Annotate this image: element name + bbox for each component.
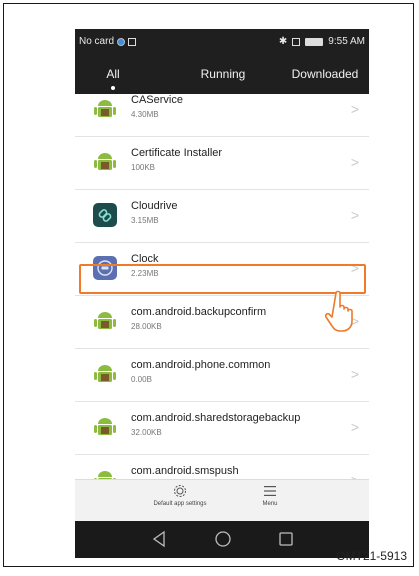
app-name: Certificate Installer — [131, 147, 223, 159]
default-app-settings-button[interactable]: Default app settings — [145, 484, 215, 507]
menu-label: Menu — [262, 501, 278, 507]
status-bar: No card ✱ 9:55 AM — [75, 29, 369, 56]
menu-button[interactable]: Menu — [250, 484, 290, 507]
battery-icon — [305, 37, 324, 46]
app-size: 28.00KB — [131, 322, 162, 331]
home-icon[interactable] — [214, 530, 232, 548]
app-name: com.android.smspush — [131, 465, 239, 477]
list-item[interactable]: com.android.smspush > — [75, 455, 369, 479]
android-icon — [94, 471, 116, 479]
system-nav-bar — [75, 521, 369, 558]
pointing-hand-icon — [324, 290, 353, 332]
app-size: 3.15MB — [131, 216, 159, 225]
image-notification-icon — [128, 37, 137, 46]
android-icon — [94, 365, 116, 382]
browser-notification-icon — [117, 37, 126, 46]
list-item[interactable]: com.android.sharedstoragebackup 32.00KB … — [75, 402, 369, 455]
gear-icon — [174, 485, 186, 497]
cloudrive-icon — [93, 203, 117, 227]
chevron-right-icon: > — [350, 101, 359, 117]
app-name: CAService — [131, 94, 183, 106]
sim-icon — [292, 37, 301, 46]
chevron-right-icon: > — [350, 154, 359, 170]
list-item[interactable]: Certificate Installer 100KB > — [75, 137, 369, 190]
list-item[interactable]: com.android.phone.common 0.00B > — [75, 349, 369, 402]
menu-icon — [264, 486, 276, 496]
carrier-text: No card — [79, 36, 115, 47]
android-icon — [94, 418, 116, 435]
bottom-action-bar: Default app settings Menu — [75, 479, 369, 521]
back-icon[interactable] — [151, 530, 167, 548]
clock-time: 9:55 AM — [328, 36, 365, 47]
app-size: 4.30MB — [131, 110, 159, 119]
chevron-right-icon: > — [350, 419, 359, 435]
tab-downloaded[interactable]: Downloaded — [285, 67, 365, 81]
app-size: 100KB — [131, 163, 156, 172]
default-app-settings-label: Default app settings — [153, 501, 207, 507]
tab-active-indicator — [111, 86, 115, 90]
app-name: com.android.sharedstoragebackup — [131, 412, 301, 424]
app-name: Cloudrive — [131, 200, 178, 212]
phone-screen: No card ✱ 9:55 AM All Running Downloaded — [75, 29, 369, 558]
app-size: 32.00KB — [131, 428, 162, 437]
chevron-right-icon: > — [350, 207, 359, 223]
app-size: 0.00B — [131, 375, 152, 384]
figure-caption: OMT21-5913 — [336, 549, 407, 563]
app-name: com.android.backupconfirm — [131, 306, 267, 318]
app-list: CAService 4.30MB > Certificate Installer… — [75, 94, 369, 479]
bluetooth-icon: ✱ — [278, 36, 288, 47]
app-tabs: All Running Downloaded — [75, 56, 369, 94]
android-icon — [94, 100, 116, 117]
chevron-right-icon: > — [351, 472, 359, 479]
android-icon — [94, 153, 116, 170]
tab-running[interactable]: Running — [193, 67, 253, 81]
tab-all[interactable]: All — [93, 67, 133, 81]
figure-frame: No card ✱ 9:55 AM All Running Downloaded — [3, 3, 414, 567]
list-item[interactable]: Cloudrive 3.15MB > — [75, 190, 369, 243]
list-item[interactable]: CAService 4.30MB > — [75, 94, 369, 137]
android-icon — [94, 312, 116, 329]
chevron-right-icon: > — [350, 366, 359, 382]
recent-apps-icon[interactable] — [278, 530, 294, 548]
app-name: com.android.phone.common — [131, 359, 271, 371]
